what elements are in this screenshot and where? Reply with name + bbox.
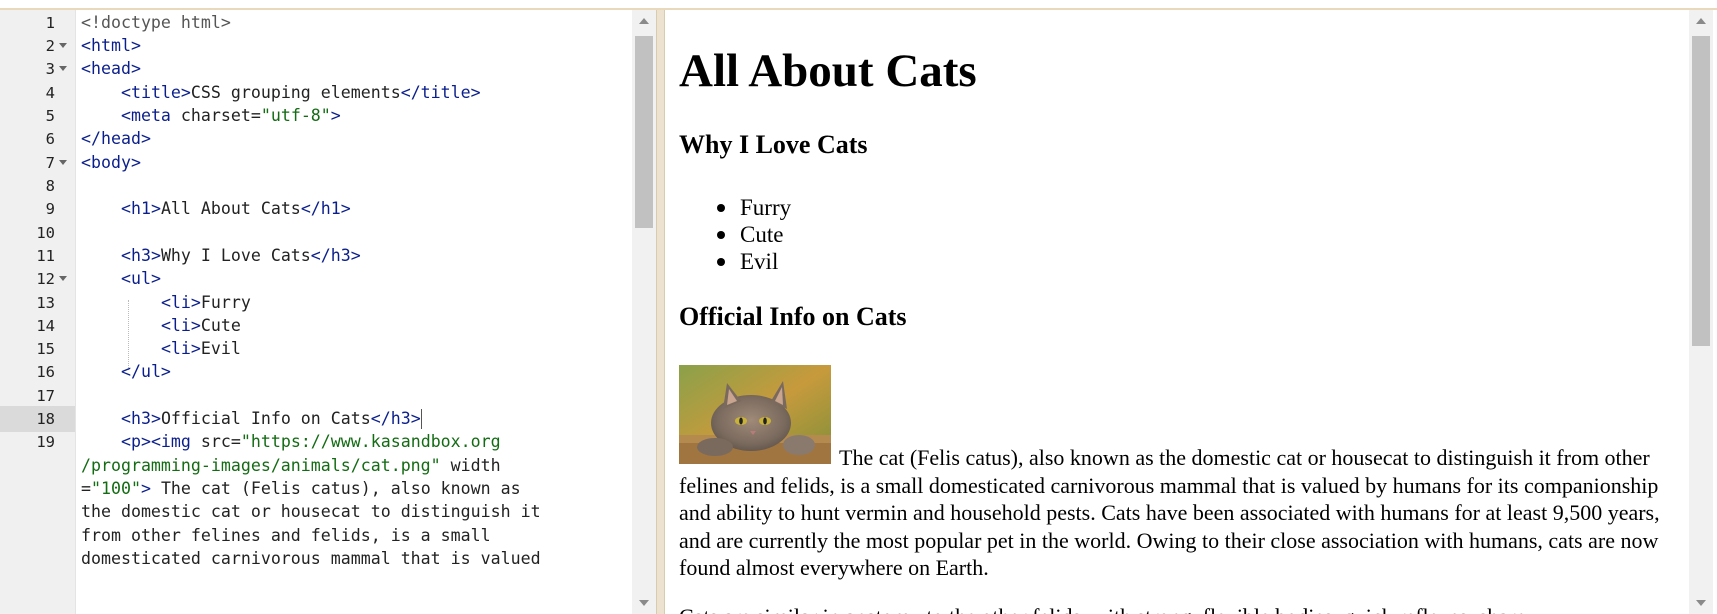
fold-arrow-icon[interactable] xyxy=(59,160,67,165)
code-line[interactable]: </ul> xyxy=(81,359,171,385)
code-text: Official Info on Cats xyxy=(160,409,371,428)
code-attr: src= xyxy=(200,432,241,451)
code-tag: </h3> xyxy=(370,409,421,428)
scroll-up-arrow-icon[interactable] xyxy=(639,18,649,24)
fold-arrow-icon[interactable] xyxy=(59,66,67,71)
fold-arrow-icon[interactable] xyxy=(59,276,67,281)
editor-scrollbar[interactable] xyxy=(632,10,656,614)
code-tag: <h3> xyxy=(120,409,161,428)
code-area[interactable]: <!doctype html> <html> <head> <title>CSS… xyxy=(81,10,626,614)
code-line-wrapped[interactable]: the domestic cat or housecat to distingu… xyxy=(81,499,541,525)
preview-list: Furry Cute Evil xyxy=(679,194,791,275)
code-tag: <li> xyxy=(160,293,201,312)
code-string: /programming-images/animals/cat.png" xyxy=(81,456,441,475)
bullet-icon xyxy=(717,231,725,239)
scroll-up-arrow-icon[interactable] xyxy=(1696,18,1706,24)
line-number: 16 xyxy=(36,363,55,381)
code-tag: > xyxy=(140,479,151,498)
list-item-label: Evil xyxy=(740,249,779,274)
code-text: Cute xyxy=(200,316,241,335)
code-tag: <body> xyxy=(81,153,141,172)
code-tag: </h1> xyxy=(300,199,351,218)
bullet-icon xyxy=(717,204,725,212)
fold-arrow-icon[interactable] xyxy=(59,43,67,48)
scroll-down-arrow-icon[interactable] xyxy=(1696,600,1706,606)
code-line-wrapped[interactable]: domesticated carnivorous mammal that is … xyxy=(81,546,541,572)
code-text: domesticated carnivorous mammal that is … xyxy=(81,549,541,568)
code-tag: </title> xyxy=(400,83,481,102)
preview-paragraph: The cat (Felis catus), also known as the… xyxy=(679,445,1660,580)
list-item: Evil xyxy=(679,248,791,275)
code-tag: </head> xyxy=(81,129,151,148)
code-line[interactable]: <head> xyxy=(81,56,141,82)
code-tag: > xyxy=(330,106,341,125)
code-string: "100" xyxy=(91,479,141,498)
text-cursor xyxy=(420,409,422,429)
list-item-label: Cute xyxy=(740,222,784,247)
code-tag: <li> xyxy=(160,339,201,358)
code-tag: <html> xyxy=(81,36,141,55)
pane-divider[interactable] xyxy=(656,10,665,614)
preview-scroll-thumb[interactable] xyxy=(1692,36,1710,346)
line-number: 3 xyxy=(45,60,55,78)
code-tag: <li> xyxy=(160,316,201,335)
list-item: Cute xyxy=(679,221,791,248)
line-number: 6 xyxy=(45,130,55,148)
code-line[interactable]: <body> xyxy=(81,150,141,176)
code-line[interactable]: </head> xyxy=(81,126,151,152)
code-text: from other felines and felids, is a smal… xyxy=(81,526,491,545)
code-tag: <h1> xyxy=(120,199,161,218)
code-text: Evil xyxy=(200,339,241,358)
code-attr: width xyxy=(440,456,501,475)
output-preview: All About Cats Why I Love Cats Furry Cut… xyxy=(665,10,1717,614)
code-line[interactable]: <h1>All About Cats</h1> xyxy=(81,196,351,222)
scroll-down-arrow-icon[interactable] xyxy=(639,600,649,606)
preview-heading-1: All About Cats xyxy=(679,45,977,97)
line-number: 12 xyxy=(36,270,55,288)
preview-scrollbar[interactable] xyxy=(1689,10,1713,614)
bullet-icon xyxy=(717,258,725,266)
line-number: 9 xyxy=(45,200,55,218)
code-text: CSS grouping elements xyxy=(190,83,401,102)
code-string: "https://www.kasandbox.org xyxy=(240,432,501,451)
list-item-label: Furry xyxy=(740,195,792,220)
code-tag: <h3> xyxy=(120,246,161,265)
live-editor-frame: 1 2 3 4 5 6 7 8 9 10 11 12 13 14 15 16 1… xyxy=(0,8,1717,614)
code-text: the domestic cat or housecat to distingu… xyxy=(81,502,541,521)
list-item: Furry xyxy=(679,194,791,221)
code-text: All About Cats xyxy=(160,199,301,218)
code-attr: = xyxy=(81,479,91,498)
code-tag: </ul> xyxy=(120,362,171,381)
code-tag: <title> xyxy=(120,83,191,102)
code-string: "utf-8" xyxy=(260,106,331,125)
code-editor[interactable]: 1 2 3 4 5 6 7 8 9 10 11 12 13 14 15 16 1… xyxy=(0,10,656,614)
code-tag: <ul> xyxy=(120,269,161,288)
preview-heading-love: Why I Love Cats xyxy=(679,130,868,159)
line-gutter: 1 2 3 4 5 6 7 8 9 10 11 12 13 14 15 16 1… xyxy=(0,10,76,614)
preview-paragraph-2: Cats are similar in anatomy to the other… xyxy=(679,603,1679,614)
code-doctype: <!doctype html> xyxy=(81,13,231,32)
code-line[interactable]: <p><img src="https://www.kasandbox.org xyxy=(81,429,501,455)
code-text: Why I Love Cats xyxy=(160,246,311,265)
line-number: 19 xyxy=(36,433,55,451)
preview-heading-official: Official Info on Cats xyxy=(679,302,907,331)
code-tag: <meta xyxy=(120,106,181,125)
code-tag: <p><img xyxy=(120,432,201,451)
code-tag: </h3> xyxy=(310,246,361,265)
code-text: The cat (Felis catus), also known as xyxy=(150,479,521,498)
code-attr: charset= xyxy=(180,106,261,125)
code-line[interactable]: <ul> xyxy=(81,266,161,292)
code-text: Furry xyxy=(200,293,251,312)
editor-scroll-thumb[interactable] xyxy=(635,36,653,228)
code-tag: <head> xyxy=(81,59,141,78)
